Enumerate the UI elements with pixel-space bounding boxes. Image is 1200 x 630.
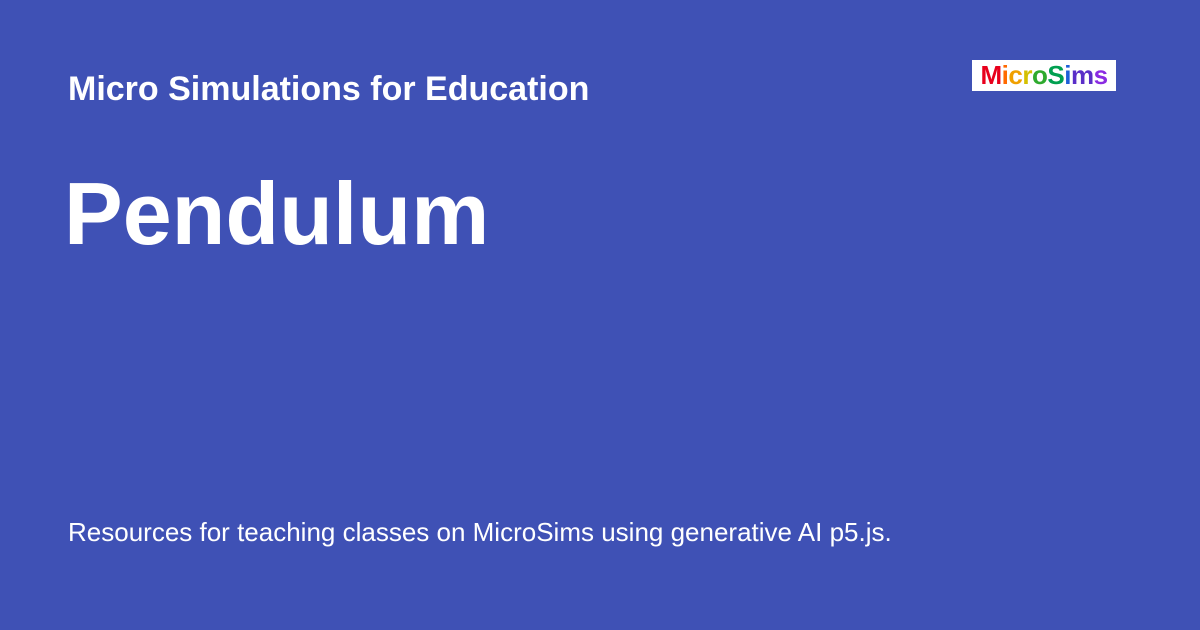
logo-letter: s [1093, 60, 1108, 90]
logo-letter: c [1008, 60, 1023, 90]
logo-letter: m [1070, 60, 1094, 90]
page-description: Resources for teaching classes on MicroS… [68, 517, 892, 547]
logo-letter: S [1047, 60, 1065, 90]
microsims-logo: MicroSims [972, 60, 1116, 91]
logo-letter: r [1022, 60, 1032, 90]
logo-letter: M [980, 60, 1002, 90]
logo-letter: i [1001, 60, 1009, 90]
page-title: Pendulum [64, 164, 490, 263]
social-card: Micro Simulations for Education MicroSim… [0, 0, 1200, 630]
logo-letter: i [1064, 60, 1071, 90]
site-name: Micro Simulations for Education [68, 70, 590, 108]
logo-letter: o [1031, 60, 1048, 90]
